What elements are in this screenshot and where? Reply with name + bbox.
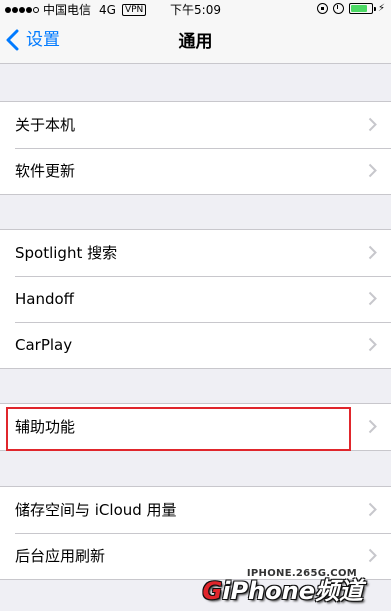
charging-bolt-icon: ⚡ [377, 3, 385, 14]
chevron-right-icon [368, 291, 377, 306]
status-bar: 中国电信 4G VPN 下午5:09 ⚡ [0, 0, 391, 20]
chevron-right-icon [368, 245, 377, 260]
list-item-label: CarPlay [15, 336, 73, 354]
watermark-logo-text: iPhone频道 [222, 577, 363, 605]
status-bar-right: ⚡ [316, 3, 385, 14]
list-item-label: Spotlight 搜索 [15, 244, 118, 262]
list-item-about-device[interactable]: 关于本机 [0, 102, 391, 148]
chevron-right-icon [368, 548, 377, 563]
watermark-logo-g: G [202, 577, 223, 605]
highlight-box [6, 407, 351, 451]
list-item-label: 储存空间与 iCloud 用量 [15, 501, 177, 519]
chevron-right-icon [368, 502, 377, 517]
list-item-storage-icloud[interactable]: 储存空间与 iCloud 用量 [0, 487, 391, 533]
chevron-right-icon [368, 419, 377, 434]
settings-group-about: 关于本机 软件更新 [0, 101, 391, 195]
battery-tip-icon [373, 6, 376, 11]
list-item-label: 后台应用刷新 [15, 547, 106, 565]
list-item-label: 关于本机 [15, 116, 76, 134]
alarm-icon [332, 3, 344, 14]
chevron-right-icon [368, 163, 377, 178]
list-item-label: 软件更新 [15, 162, 76, 180]
list-item-spotlight-search[interactable]: Spotlight 搜索 [0, 230, 391, 276]
rotation-lock-icon [316, 3, 328, 14]
page-title: 通用 [178, 32, 213, 52]
watermark-logo: GiPhone频道 [203, 576, 363, 606]
list-item-label: Handoff [15, 290, 75, 308]
list-item-software-update[interactable]: 软件更新 [0, 148, 391, 194]
list-item-handoff[interactable]: Handoff [0, 276, 391, 322]
settings-group-features: Spotlight 搜索 Handoff CarPlay [0, 229, 391, 369]
site-watermark: IPHONE.265G.COM GiPhone频道 [193, 566, 383, 611]
navigation-bar: 设置 通用 [0, 20, 391, 64]
list-item-carplay[interactable]: CarPlay [0, 322, 391, 368]
chevron-right-icon [368, 117, 377, 132]
chevron-right-icon [368, 337, 377, 352]
battery-icon [348, 3, 373, 14]
